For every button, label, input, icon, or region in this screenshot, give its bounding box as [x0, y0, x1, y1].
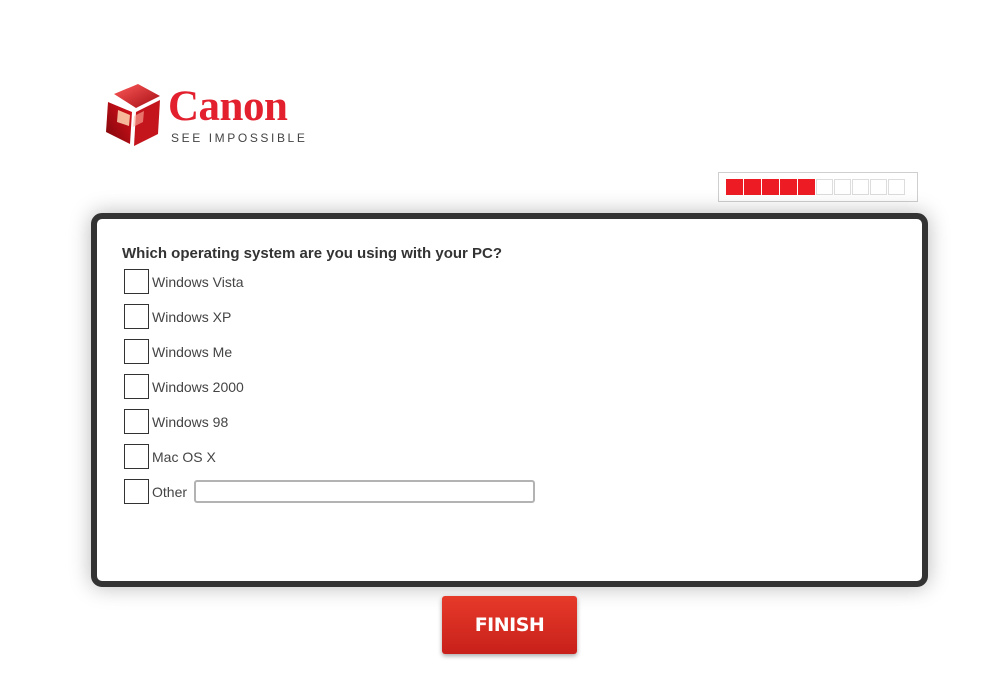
option-label[interactable]: Windows 98 — [152, 414, 228, 430]
option-checkbox[interactable] — [124, 339, 149, 364]
progress-segment-filled — [762, 179, 779, 195]
survey-card: Which operating system are you using wit… — [91, 213, 928, 587]
option-label[interactable]: Windows Vista — [152, 274, 244, 290]
option-checkbox[interactable] — [124, 444, 149, 469]
option-checkbox[interactable] — [124, 409, 149, 434]
brand-tagline: SEE IMPOSSIBLE — [171, 131, 308, 145]
option-row: Windows 98 — [124, 404, 535, 439]
canon-logo: Canon SEE IMPOSSIBLE — [104, 82, 324, 152]
progress-segment-filled — [798, 179, 815, 195]
finish-button[interactable]: FINISH — [442, 596, 577, 654]
option-checkbox[interactable] — [124, 304, 149, 329]
progress-bar — [718, 172, 918, 202]
brand-wordmark: Canon — [168, 83, 288, 130]
option-row: Windows Me — [124, 334, 535, 369]
question-text: Which operating system are you using wit… — [122, 245, 503, 262]
option-label[interactable]: Windows Me — [152, 344, 232, 360]
option-checkbox[interactable] — [124, 269, 149, 294]
option-label[interactable]: Windows XP — [152, 309, 231, 325]
progress-segment-filled — [726, 179, 743, 195]
option-row: Mac OS X — [124, 439, 535, 474]
option-label[interactable]: Windows 2000 — [152, 379, 244, 395]
option-label[interactable]: Mac OS X — [152, 449, 216, 465]
option-row: Windows Vista — [124, 264, 535, 299]
option-checkbox[interactable] — [124, 374, 149, 399]
other-text-input[interactable] — [194, 480, 536, 503]
progress-segment-filled — [780, 179, 797, 195]
progress-segment-filled — [744, 179, 761, 195]
options-list: Windows Vista Windows XP Windows Me Windows… — [124, 264, 536, 509]
survey-page: Canon SEE IMPOSSIBLE Which operating sys… — [0, 0, 982, 699]
option-checkbox[interactable] — [124, 479, 149, 504]
progress-segment-empty — [834, 179, 851, 195]
progress-segment-empty — [888, 179, 905, 195]
progress-segment-empty — [870, 179, 887, 195]
option-row: Other — [124, 474, 536, 509]
option-row: Windows 2000 — [124, 369, 535, 404]
cube-logo-icon — [106, 84, 160, 146]
option-label[interactable]: Other — [152, 484, 187, 500]
progress-segment-empty — [852, 179, 869, 195]
progress-segment-empty — [816, 179, 833, 195]
option-row: Windows XP — [124, 299, 535, 334]
